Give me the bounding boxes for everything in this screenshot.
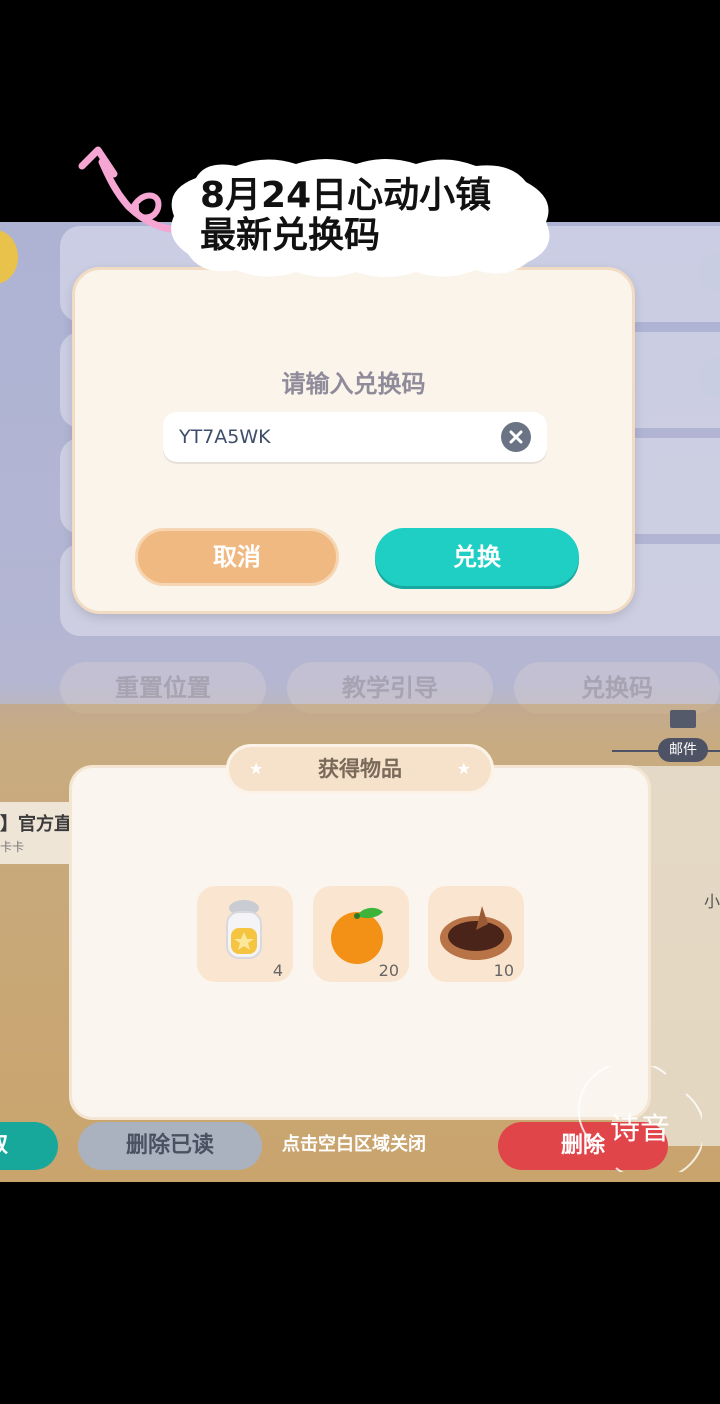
star-icon: ★ [456,759,471,778]
orange-icon [331,907,383,964]
mail-tab-label[interactable]: 邮件 [658,738,708,762]
delete-read-button[interactable]: 删除已读 [78,1122,262,1170]
watermark-text: 诗音 [610,1112,670,1147]
item-count: 4 [272,961,283,980]
coin-icon [0,230,18,284]
item-count: 20 [378,961,399,980]
pie-icon [440,906,512,960]
item-count: 10 [493,961,514,980]
reward-header: ★ 获得物品 ★ [226,744,494,794]
reward-title: 获得物品 [318,757,402,781]
redeem-code-value[interactable]: YT7A5WK [179,412,271,462]
mail-content-text: 小 [704,892,720,911]
redeem-code-input[interactable]: YT7A5WK [163,412,547,462]
mail-item-title: 】官方直 [0,814,72,835]
close-hint[interactable]: 点击空白区域关闭 [282,1130,426,1156]
redeem-button[interactable]: 兑换 [375,528,579,586]
mail-item-sender: 卡卡 [0,840,25,854]
cancel-button[interactable]: 取消 [135,528,339,586]
reward-item[interactable]: 10 [428,886,524,982]
redeem-code-dialog: 请输入兑换码 YT7A5WK 取消 兑换 [72,267,635,614]
mail-icon[interactable] [670,710,696,728]
salt-shaker-icon [226,900,262,959]
caption-text: 8月24日心动小镇 最新兑换码 [200,175,492,256]
clear-icon[interactable] [501,422,531,452]
reward-item[interactable]: 20 [313,886,409,982]
claim-button[interactable]: 取 [0,1122,58,1170]
dialog-title: 请输入兑换码 [281,370,426,398]
reward-item[interactable]: 4 [197,886,293,982]
